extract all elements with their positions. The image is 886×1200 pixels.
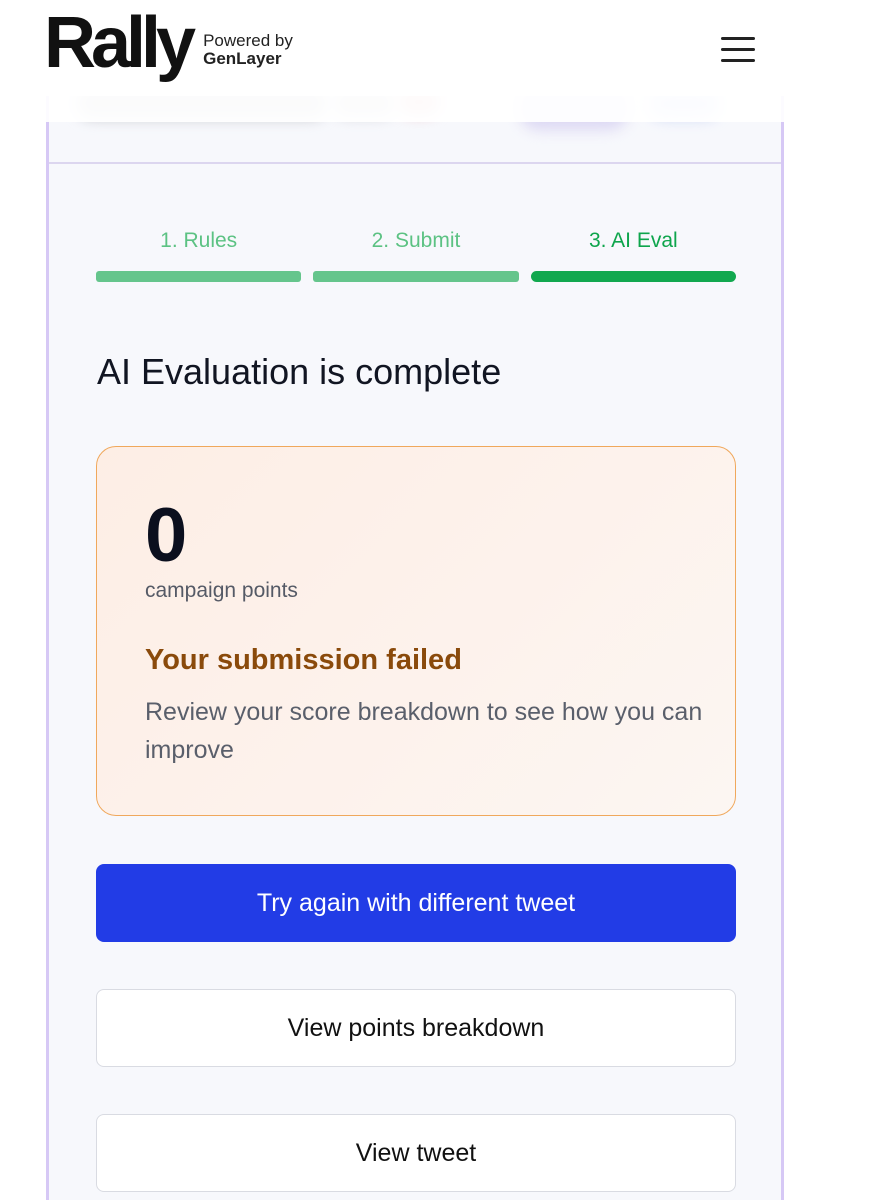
- score-value: 0: [145, 493, 188, 578]
- step-progress-bar: [96, 271, 302, 282]
- view-tweet-button[interactable]: View tweet: [96, 1114, 736, 1192]
- status-description: Review your score breakdown to see how y…: [145, 698, 703, 764]
- step-progress-bar: [530, 271, 736, 282]
- logo-wordmark: Rally: [44, 3, 196, 83]
- status-title: Your submission failed: [145, 644, 462, 676]
- step-label: 3. AI Eval: [588, 229, 678, 252]
- app-header: Rally Powered by GenLayer: [0, 0, 812, 122]
- step-ai-eval[interactable]: 3. AI Eval: [530, 226, 736, 282]
- try-again-button[interactable]: Try again with different tweet: [96, 864, 736, 942]
- hamburger-menu-icon: [721, 29, 755, 70]
- powered-by: Powered by GenLayer: [203, 32, 293, 68]
- view-points-breakdown-button[interactable]: View points breakdown: [96, 989, 736, 1067]
- menu-button[interactable]: [692, 6, 784, 92]
- result-card: 0 campaign points Your submission failed…: [96, 446, 736, 816]
- powered-by-label: Powered by: [203, 31, 293, 50]
- step-submit[interactable]: 2. Submit: [313, 226, 519, 282]
- step-label: 2. Submit: [371, 229, 461, 252]
- page: Rally Powered by GenLayer 1. Rules 2. Su…: [0, 0, 886, 1200]
- step-label: 1. Rules: [160, 229, 238, 252]
- progress-steps: 1. Rules 2. Submit 3. AI Eval: [96, 226, 736, 282]
- step-progress-bar: [313, 271, 519, 282]
- genlayer-label: GenLayer: [203, 49, 282, 68]
- page-title: AI Evaluation is complete: [97, 351, 502, 392]
- rally-logo[interactable]: Rally Powered by GenLayer: [44, 6, 293, 84]
- step-rules[interactable]: 1. Rules: [96, 226, 302, 282]
- score-unit: campaign points: [145, 579, 298, 602]
